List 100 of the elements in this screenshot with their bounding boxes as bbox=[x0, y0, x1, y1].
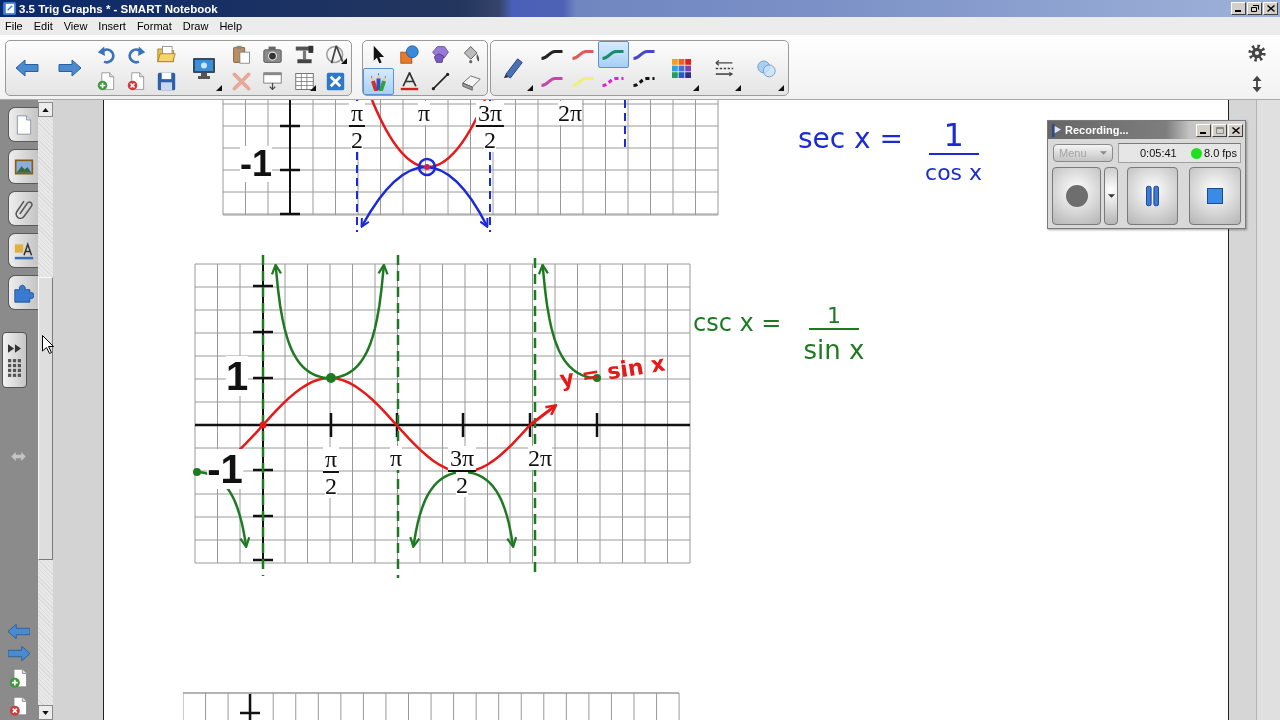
camera-icon bbox=[263, 45, 282, 64]
settings-button[interactable] bbox=[1246, 42, 1268, 64]
maximize-button[interactable] bbox=[1212, 123, 1227, 137]
window-title: Recording... bbox=[1065, 124, 1129, 136]
handwritten-denominator: sin x bbox=[803, 336, 865, 365]
close-icon bbox=[1266, 5, 1275, 12]
paperclip-icon bbox=[13, 198, 34, 219]
arrow-right-icon bbox=[57, 56, 82, 80]
compass-icon bbox=[326, 45, 345, 64]
scroll-up-button[interactable] bbox=[38, 102, 53, 117]
pens-tool-button[interactable] bbox=[363, 68, 394, 95]
handwritten-text: csc x = bbox=[693, 310, 782, 337]
menu-item[interactable]: Format bbox=[131, 19, 177, 33]
restore-button[interactable] bbox=[1247, 2, 1262, 15]
close-icon bbox=[1231, 126, 1240, 134]
dropdown-triangle-icon bbox=[693, 85, 699, 91]
dropdown-triangle-icon bbox=[778, 85, 784, 91]
pencils-icon bbox=[369, 72, 388, 91]
minimize-button[interactable] bbox=[1196, 123, 1211, 137]
dropdown-triangle-icon bbox=[341, 58, 347, 64]
caret-icon bbox=[1100, 151, 1107, 155]
mouse-cursor-icon bbox=[42, 335, 54, 354]
line-icon bbox=[431, 72, 450, 91]
handwritten-denominator: cos x bbox=[925, 161, 983, 186]
side-panel-toggle-button[interactable] bbox=[2, 332, 27, 388]
handwritten-numerator: 1 bbox=[808, 304, 859, 331]
dropdown-triangle-icon bbox=[527, 85, 533, 91]
flag-icon bbox=[1051, 123, 1062, 137]
stop-button[interactable] bbox=[1189, 167, 1241, 225]
puzzle-piece-icon bbox=[13, 282, 34, 303]
axis-label-numerator: π bbox=[348, 101, 366, 127]
page-plus-icon bbox=[96, 72, 116, 91]
folder-icon bbox=[157, 45, 176, 64]
menu-item[interactable]: Insert bbox=[93, 19, 131, 33]
elapsed-time: 0:05:41 bbox=[1140, 147, 1177, 159]
axis-label: -1 bbox=[240, 146, 272, 182]
document-camera-icon bbox=[294, 45, 314, 64]
menu-item[interactable]: View bbox=[58, 19, 93, 33]
axis-label: π bbox=[417, 101, 431, 125]
undo-icon bbox=[96, 45, 116, 64]
page-delete-icon bbox=[126, 72, 146, 91]
close-button[interactable] bbox=[1228, 123, 1243, 137]
window-title: 3.5 Trig Graphs * - SMART Notebook bbox=[19, 2, 218, 15]
notebook-icon bbox=[3, 2, 16, 15]
scroll-down-button[interactable] bbox=[38, 705, 53, 720]
paint-bucket-icon bbox=[462, 45, 481, 64]
triangle-up-icon bbox=[42, 107, 49, 112]
add-page-button[interactable] bbox=[9, 668, 29, 689]
menu-item[interactable]: Help bbox=[214, 19, 247, 33]
menu-item[interactable]: File bbox=[0, 19, 28, 33]
record-button[interactable] bbox=[1052, 167, 1101, 225]
redo-icon bbox=[126, 45, 146, 64]
line-styles-icon bbox=[714, 58, 734, 78]
dropdown-triangle-icon bbox=[735, 85, 741, 91]
pause-button[interactable] bbox=[1127, 167, 1178, 225]
frame-rate: 8.0 fps bbox=[1203, 147, 1237, 159]
menu-item[interactable]: Draw bbox=[177, 19, 214, 33]
axis-label-denominator: 2 bbox=[351, 127, 363, 152]
shapes-icon bbox=[400, 45, 419, 64]
arrow-left-icon bbox=[15, 56, 39, 80]
pause-icon bbox=[1146, 185, 1159, 207]
clipboard-icon bbox=[232, 45, 251, 64]
properties-tab[interactable] bbox=[8, 233, 38, 268]
axis-label-denominator: 2 bbox=[484, 127, 496, 152]
polygons-icon bbox=[431, 45, 450, 64]
dropdown-triangle-icon bbox=[310, 85, 316, 91]
record-options-button[interactable] bbox=[1104, 167, 1118, 225]
menu-item[interactable]: Edit bbox=[28, 19, 58, 33]
monitor-icon bbox=[192, 56, 216, 80]
full-screen-icon bbox=[326, 72, 345, 91]
minimize-button[interactable] bbox=[1231, 2, 1246, 15]
maximize-icon bbox=[1215, 126, 1224, 134]
arrow-left-icon bbox=[8, 624, 30, 639]
pen-icon bbox=[503, 57, 525, 79]
handwritten-text: sec x = bbox=[798, 124, 904, 155]
text-picture-icon bbox=[13, 240, 34, 261]
gallery-tab[interactable] bbox=[8, 149, 38, 184]
overlapping-circles-icon bbox=[757, 58, 776, 78]
color-palette-icon bbox=[671, 58, 691, 78]
left-right-arrows-icon bbox=[11, 452, 26, 461]
scrollbar-thumb[interactable] bbox=[38, 277, 53, 560]
arrow-right-icon bbox=[8, 646, 30, 661]
keypad-icon bbox=[8, 358, 21, 377]
attachments-tab[interactable] bbox=[8, 191, 38, 226]
page-sorter-tab[interactable] bbox=[8, 107, 38, 142]
restore-icon bbox=[1250, 5, 1259, 12]
record-circle-icon bbox=[1065, 185, 1088, 207]
letter-a-icon bbox=[400, 72, 419, 91]
page-delete-icon bbox=[9, 696, 29, 717]
dropdown-triangle-icon bbox=[216, 85, 222, 91]
delete-page-button[interactable] bbox=[9, 696, 29, 717]
projector-screen-icon bbox=[263, 72, 282, 91]
page-plus-icon bbox=[9, 668, 29, 689]
handwritten-numerator: 1 bbox=[928, 118, 979, 156]
axis-label: 2π bbox=[557, 101, 583, 125]
table-icon bbox=[294, 72, 314, 91]
double-arrow-right-icon bbox=[8, 343, 21, 353]
close-button[interactable] bbox=[1263, 2, 1278, 15]
x-icon bbox=[232, 72, 251, 91]
add-ons-tab[interactable] bbox=[8, 275, 38, 310]
